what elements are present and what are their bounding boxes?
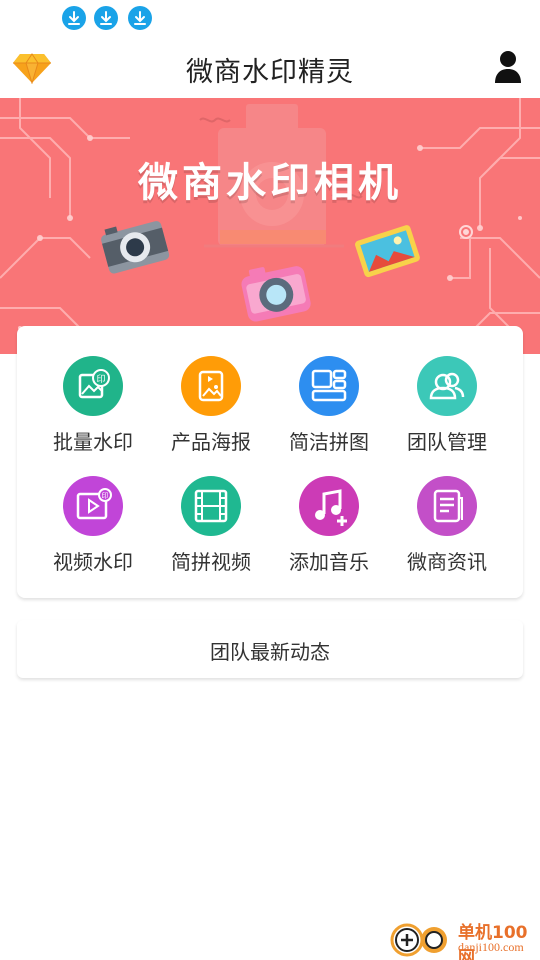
download-icon: [62, 6, 86, 30]
site-watermark: 单机100网 danji100.com: [388, 916, 540, 960]
tool-wechat-news[interactable]: 微商资讯: [388, 476, 506, 586]
tool-label: 产品海报: [171, 430, 251, 454]
news-icon: [417, 476, 477, 536]
download-icon: [128, 6, 152, 30]
tool-label: 微商资讯: [407, 550, 487, 574]
team-news-label: 团队最新动态: [210, 640, 330, 664]
tool-product-poster[interactable]: 产品海报: [152, 356, 270, 466]
tool-video-watermark[interactable]: 印 视频水印: [34, 476, 152, 586]
watermark-url: danji100.com: [458, 940, 524, 954]
banner-title: 微商水印相机: [138, 160, 402, 206]
status-bar: [0, 0, 540, 38]
tool-add-music[interactable]: 添加音乐: [270, 476, 388, 586]
tool-team-management[interactable]: 团队管理: [388, 356, 506, 466]
tool-label: 团队管理: [407, 430, 487, 454]
product-poster-icon: [181, 356, 241, 416]
music-icon: [299, 476, 359, 536]
batch-watermark-icon: 印: [63, 356, 123, 416]
tool-simple-collage[interactable]: 简洁拼图: [270, 356, 388, 466]
download-icon: [94, 6, 118, 30]
tool-batch-watermark[interactable]: 印 批量水印: [34, 356, 152, 466]
team-icon: [417, 356, 477, 416]
tool-label: 简拼视频: [171, 550, 251, 574]
video-watermark-icon: 印: [63, 476, 123, 536]
tool-label: 批量水印: [53, 430, 133, 454]
banner-decoration: [0, 98, 540, 350]
user-icon: [495, 51, 521, 83]
video-collage-icon: [181, 476, 241, 536]
svg-text:印: 印: [96, 373, 105, 385]
tools-card: 印 批量水印 产品海报 简洁拼图 团队管理 印 视频水印 简拼视频 添加音乐 微…: [17, 326, 523, 598]
tool-video-collage[interactable]: 简拼视频: [152, 476, 270, 586]
team-news-button[interactable]: 团队最新动态: [17, 620, 523, 678]
tool-label: 视频水印: [53, 550, 133, 574]
tool-label: 添加音乐: [289, 550, 369, 574]
user-profile-button[interactable]: [494, 50, 522, 84]
app-header: 微商水印精灵: [0, 38, 540, 98]
watermark-logo: [390, 923, 447, 957]
tool-label: 简洁拼图: [289, 430, 369, 454]
page-title: 微商水印精灵: [186, 57, 354, 88]
collage-icon: [299, 356, 359, 416]
promo-banner[interactable]: 微商水印相机: [0, 98, 540, 354]
svg-text:印: 印: [102, 492, 109, 500]
